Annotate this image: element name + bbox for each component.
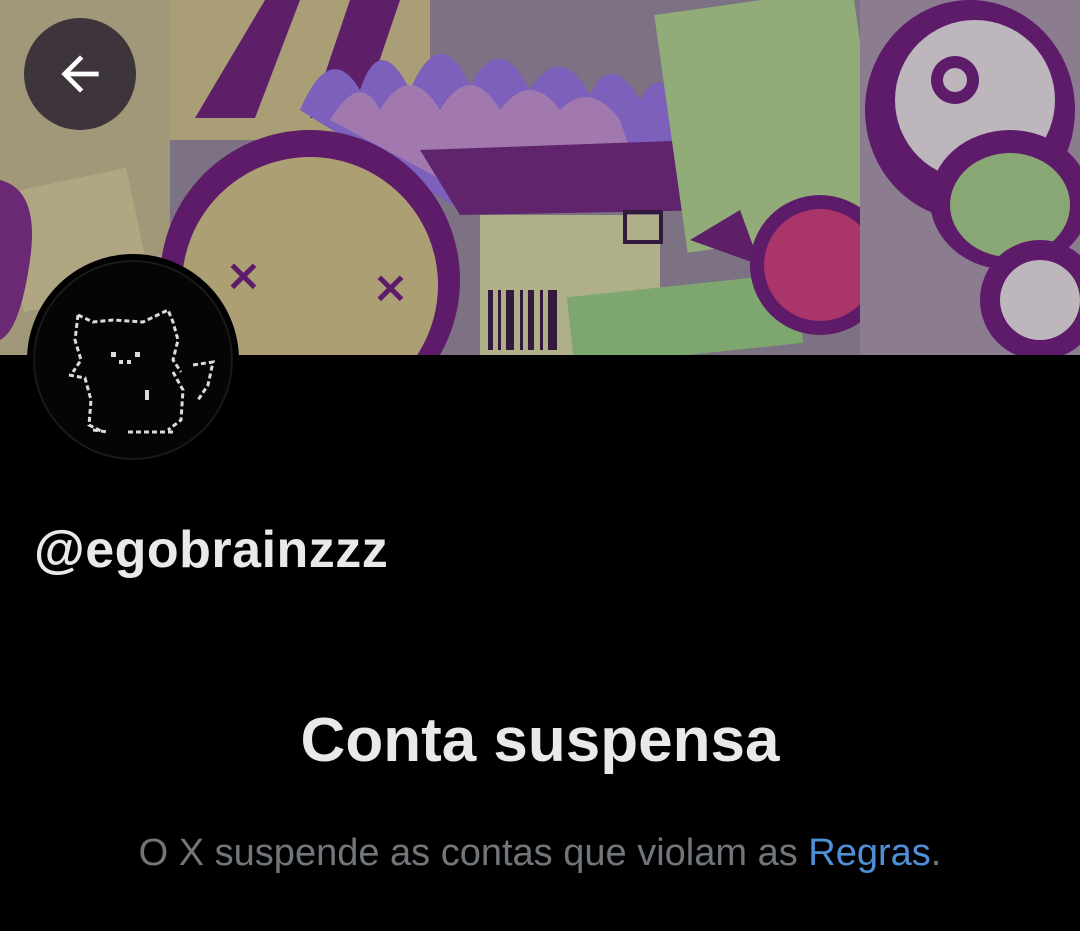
suspended-description-text: O X suspende as contas que violam as (138, 832, 809, 874)
suspended-title: Conta suspensa (300, 706, 780, 775)
suspended-description: O X suspende as contas que violam as Reg… (0, 832, 1080, 875)
suspended-description-end: . (930, 832, 942, 874)
profile-handle: @egobrainzzz (34, 521, 389, 579)
arrow-left-icon (61, 55, 99, 93)
rules-link[interactable]: Regras (808, 832, 931, 874)
avatar[interactable] (27, 254, 239, 466)
avatar-image (33, 260, 233, 460)
back-button[interactable] (24, 18, 136, 130)
pixel-cat-icon (68, 307, 215, 434)
